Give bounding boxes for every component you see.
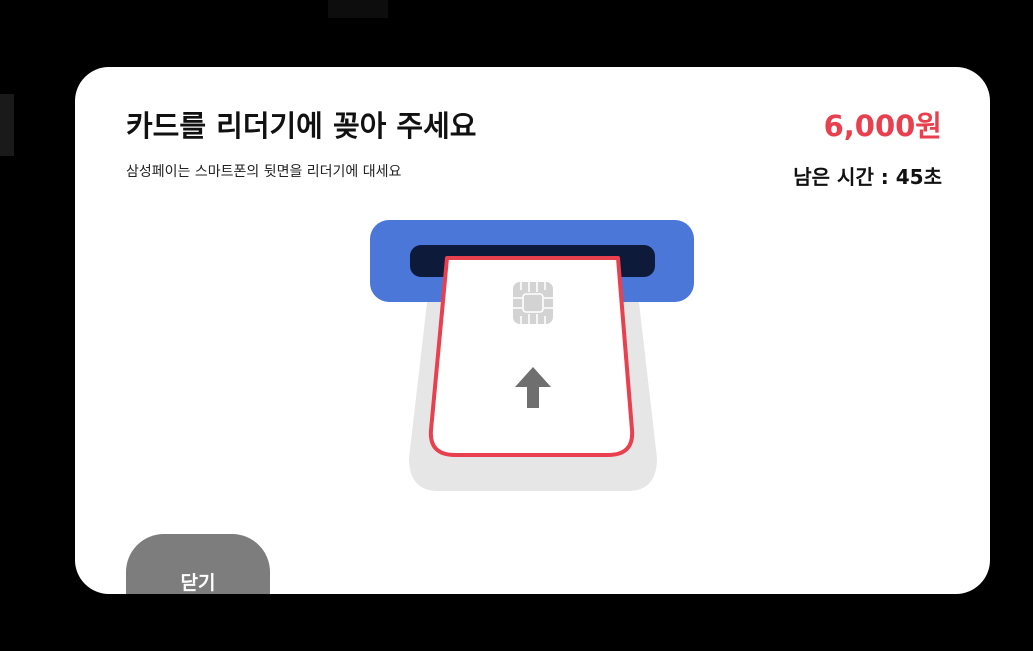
background-edge-top (328, 0, 388, 18)
card-reader-illustration (370, 220, 694, 491)
dialog-title: 카드를 리더기에 꽂아 주세요 (126, 109, 477, 143)
remaining-time: 남은 시간 : 45초 (793, 165, 942, 189)
payment-modal: 카드를 리더기에 꽂아 주세요 삼성페이는 스마트폰의 뒷면을 리더기에 대세요… (75, 67, 990, 594)
dialog-subtitle: 삼성페이는 스마트폰의 뒷면을 리더기에 대세요 (126, 164, 402, 180)
background-edge-left (0, 94, 14, 156)
screen: 카드를 리더기에 꽂아 주세요 삼성페이는 스마트폰의 뒷면을 리더기에 대세요… (0, 0, 1033, 651)
card-chip-icon (513, 282, 553, 324)
close-button[interactable]: 닫기 (126, 534, 270, 594)
payment-amount: 6,000원 (823, 109, 942, 143)
